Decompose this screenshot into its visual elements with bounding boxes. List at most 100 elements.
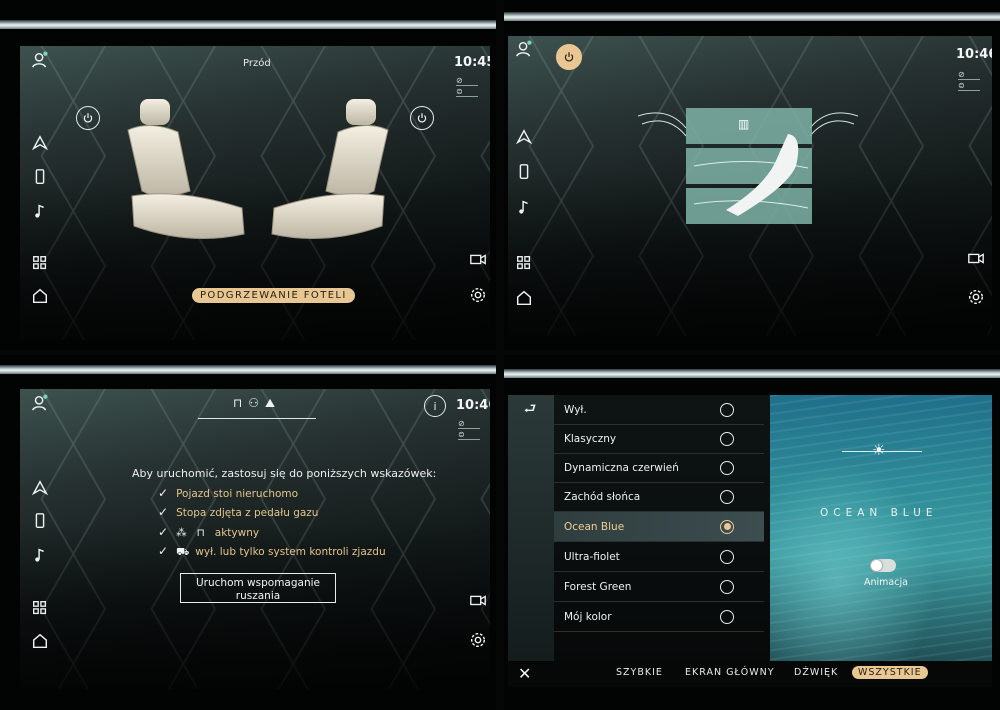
list-item[interactable]: Mój kolor: [554, 602, 764, 632]
list-item[interactable]: Forest Green: [554, 572, 764, 602]
option-label: Klasyczny: [564, 432, 617, 445]
navigation-icon[interactable]: [26, 132, 54, 154]
apps-icon[interactable]: [510, 252, 538, 274]
info-button[interactable]: i: [424, 395, 446, 417]
radio-button[interactable]: [720, 431, 734, 446]
home-icon[interactable]: [26, 630, 54, 652]
camera-icon[interactable]: [464, 248, 490, 270]
check-item: ✓ ⁂ ⊓ aktywny: [158, 525, 259, 539]
seat-heating-button[interactable]: PODGRZEWANIE FOTELI: [192, 288, 355, 303]
list-item[interactable]: Wył.: [554, 395, 764, 425]
traction-icon: ⁂: [176, 527, 187, 539]
check-text: aktywny: [214, 527, 260, 539]
radio-dot: [723, 523, 731, 530]
radio-button[interactable]: [720, 402, 734, 417]
screen: ⊓⚇⛰ i 10:46 ⊘ ⊜ Aby uruchomić, zastosuj …: [20, 389, 490, 689]
clock: 10:46: [456, 398, 490, 413]
panel-ambient-lighting: ⮐ Wył. Klasyczny Dynamiczna czerwień Zac…: [504, 355, 1000, 710]
settings-icon[interactable]: [464, 629, 490, 651]
settings-icon[interactable]: [464, 284, 490, 306]
power-icon: [83, 113, 93, 123]
back-icon[interactable]: ⮐: [516, 399, 544, 421]
panel-seat-ventilation: 10:46 ⊘ ⊜ ▥: [504, 0, 1000, 350]
power-button-right-seat[interactable]: [410, 106, 434, 130]
start-assist-button[interactable]: Uruchom wspomaganie ruszania: [180, 573, 336, 603]
home-icon[interactable]: [26, 285, 54, 307]
tab-quick[interactable]: SZYBKIE: [616, 667, 663, 678]
profile-icon[interactable]: [26, 49, 54, 71]
option-label: Wył.: [564, 403, 587, 416]
panel-seat-heating: Przód 10:45 ⊘ ⊜: [0, 0, 496, 350]
music-icon[interactable]: [510, 196, 538, 218]
animation-toggle[interactable]: [870, 559, 896, 572]
radio-button[interactable]: [720, 579, 734, 594]
phone-icon[interactable]: [26, 510, 54, 532]
power-button-active[interactable]: [556, 44, 582, 70]
power-button-left-seat[interactable]: [76, 106, 100, 130]
apps-icon[interactable]: [26, 597, 54, 619]
option-label: Mój kolor: [564, 610, 612, 623]
check-text: Stopa zdjęta z pedału gazu: [176, 507, 319, 519]
tab-all[interactable]: WSZYSTKIE: [852, 666, 928, 679]
driver-icon: ⚇: [248, 396, 266, 410]
close-icon[interactable]: ✕: [518, 664, 531, 683]
ocean-preview: ☀ OCEAN BLUE Animacja: [770, 395, 992, 661]
check-item: ✓ ⛟ wył. lub tylko system kontroli zjazdu: [158, 544, 386, 560]
clock: 10:45: [454, 55, 490, 70]
hill-descent-icon: ⛟: [176, 546, 190, 558]
radio-button[interactable]: [720, 609, 734, 624]
check-text: wył. lub tylko system kontroli zjazdu: [195, 546, 386, 558]
profile-icon[interactable]: [510, 38, 538, 60]
navigation-icon[interactable]: [26, 477, 54, 499]
status-line: ⊜: [958, 81, 980, 91]
music-icon[interactable]: [26, 200, 54, 222]
right-seat[interactable]: [266, 96, 396, 256]
info-icon: i: [433, 399, 437, 413]
power-icon: [564, 52, 574, 62]
screen: 10:46 ⊘ ⊜ ▥: [508, 36, 992, 336]
phone-icon[interactable]: [26, 166, 54, 188]
settings-icon[interactable]: [962, 286, 990, 308]
radio-button-selected[interactable]: [720, 519, 734, 534]
status-line: ⊜: [458, 430, 480, 440]
option-label: Ultra-fiolet: [564, 550, 620, 563]
screen: ⮐ Wył. Klasyczny Dynamiczna czerwień Zac…: [508, 395, 992, 687]
start-assist-label-line2: ruszania: [235, 590, 281, 602]
left-rail: [508, 395, 554, 661]
radio-button[interactable]: [720, 460, 734, 475]
svg-text:▥: ▥: [738, 117, 749, 131]
list-item[interactable]: Ultra-fiolet: [554, 542, 764, 572]
camera-icon[interactable]: [962, 247, 990, 269]
toggle-knob: [871, 560, 882, 571]
profile-icon[interactable]: [26, 392, 54, 414]
radio-button[interactable]: [720, 489, 734, 504]
music-icon[interactable]: [26, 544, 54, 566]
status-indicators: ⊘ ⊜: [958, 70, 980, 92]
sun-icon: ☀: [872, 441, 886, 459]
phone-icon[interactable]: [510, 161, 538, 183]
list-item[interactable]: Zachód słońca: [554, 482, 764, 512]
tab-home-screen[interactable]: EKRAN GŁÓWNY: [685, 667, 775, 678]
mode-icons-header: ⊓⚇⛰: [198, 396, 316, 419]
home-icon[interactable]: [510, 287, 538, 309]
page-title: Przód: [243, 58, 271, 69]
camera-icon[interactable]: [464, 589, 490, 611]
check-item: ✓ Pojazd stoi nieruchomo: [158, 486, 298, 500]
terrain-icon: ⛰: [265, 396, 282, 410]
list-item-selected[interactable]: Ocean Blue: [554, 512, 764, 542]
status-indicators: ⊘ ⊜: [456, 76, 478, 98]
left-seat[interactable]: [120, 96, 250, 256]
list-item[interactable]: Dynamiczna czerwień: [554, 453, 764, 483]
radio-button[interactable]: [720, 549, 734, 564]
tab-bar: ✕ SZYBKIE EKRAN GŁÓWNY DŹWIĘK WSZYSTKIE: [508, 661, 992, 687]
screen-bezel: [0, 365, 496, 374]
navigation-icon[interactable]: [510, 126, 538, 148]
seat-ventilation-graphic: ▥: [638, 108, 858, 224]
list-item[interactable]: Klasyczny: [554, 424, 764, 454]
status-indicators: ⊘ ⊜: [458, 419, 480, 441]
option-label: Zachód słońca: [564, 490, 641, 503]
start-assist-label-line1: Uruchom wspomaganie: [195, 577, 321, 589]
tab-sound[interactable]: DŹWIĘK: [794, 667, 838, 678]
vehicle-icon: ⊓: [196, 527, 205, 539]
apps-icon[interactable]: [26, 252, 54, 274]
